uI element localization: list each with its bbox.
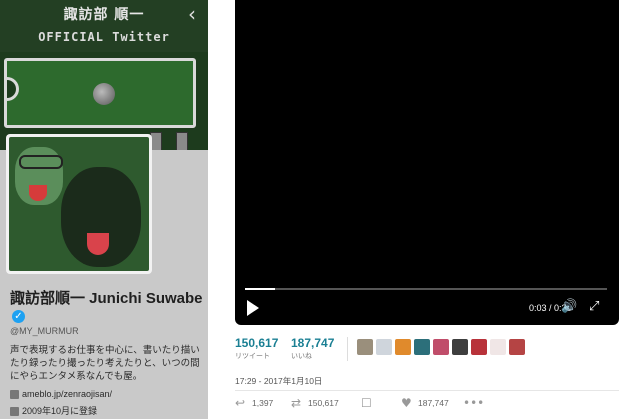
profile-name-text: 諏訪部順一 Junichi Suwabe <box>10 290 203 307</box>
liker-avatar-9[interactable] <box>509 339 525 355</box>
avatar[interactable] <box>6 134 152 274</box>
website-text: ameblo.jp/zenraojisan/ <box>22 389 113 399</box>
profile-header-image: 諏訪部 順一 OFFICIAL Twitter ‹ <box>0 0 208 150</box>
profile-display-name[interactable]: 諏訪部順一 Junichi Suwabe ✓ <box>10 290 206 324</box>
profile-bio: 声で表現するお仕事を中心に、書いたり描いたり録ったり撮ったり考えたりと、いつの間… <box>10 345 200 382</box>
link-icon <box>10 390 19 400</box>
liker-avatar-2[interactable] <box>376 339 392 355</box>
verified-badge-icon: ✓ <box>12 309 25 323</box>
like-count: 187,747 <box>291 336 335 350</box>
reply-count: 1,397 <box>252 398 274 408</box>
volume-icon[interactable]: 🔊 <box>561 299 577 315</box>
liker-avatar-7[interactable] <box>471 339 487 355</box>
like-button[interactable]: ♥ 187,747 <box>401 396 449 410</box>
liker-avatar-3[interactable] <box>395 339 411 355</box>
header-title: 諏訪部 順一 <box>63 7 145 23</box>
retweet-button[interactable]: ⇄ 150,617 <box>291 396 339 410</box>
liker-avatar-1[interactable] <box>357 339 373 355</box>
stats-divider <box>347 337 348 361</box>
like-stat[interactable]: 187,747 いいね <box>291 336 334 361</box>
liker-avatar-5[interactable] <box>433 339 449 355</box>
like-action-count: 187,747 <box>418 398 449 408</box>
liker-avatar-8[interactable] <box>490 339 506 355</box>
like-label: いいね <box>291 353 312 360</box>
heart-icon: ♥ <box>401 396 412 410</box>
tweet-actions: ↩ 1,397 ⇄ 150,617 ☐ ♥ 187,747 ••• <box>235 396 619 412</box>
fullscreen-icon[interactable]: ⤢ <box>589 299 605 315</box>
ticket-graphic <box>4 58 196 128</box>
retweet-icon: ⇄ <box>291 396 302 410</box>
reply-icon: ↩ <box>235 396 246 410</box>
retweet-action-count: 150,617 <box>308 398 339 408</box>
divider <box>235 390 619 391</box>
chevron-left-icon[interactable]: ‹ <box>188 2 196 26</box>
profile-joined: 2009年10月に登録 <box>10 404 97 417</box>
tweet-detail: 0:03 / 0:36 🔊 ⤢ 150,617 リツイート 187,747 いい… <box>208 0 640 419</box>
liker-avatar-6[interactable] <box>452 339 468 355</box>
more-button[interactable]: ••• <box>463 396 485 410</box>
video-progress-bar[interactable] <box>245 288 607 290</box>
play-icon[interactable] <box>245 299 261 317</box>
save-button[interactable]: ☐ <box>361 396 375 410</box>
joined-text: 2009年10月に登録 <box>22 406 98 416</box>
bookmark-icon: ☐ <box>361 396 372 410</box>
retweet-stat[interactable]: 150,617 リツイート <box>235 336 278 361</box>
profile-website[interactable]: ameblo.jp/zenraojisan/ <box>10 389 113 400</box>
retweet-count: 150,617 <box>235 336 279 350</box>
reply-button[interactable]: ↩ 1,397 <box>235 396 273 410</box>
video-player[interactable]: 0:03 / 0:36 🔊 ⤢ <box>235 0 619 325</box>
calendar-icon <box>10 407 19 417</box>
header-subtitle: OFFICIAL Twitter <box>38 30 170 44</box>
retweet-label: リツイート <box>235 353 270 360</box>
tweet-timestamp[interactable]: 17:29 - 2017年1月10日 <box>235 375 322 387</box>
profile-handle[interactable]: @MY_MURMUR <box>10 326 79 336</box>
more-icon: ••• <box>463 396 485 410</box>
liker-avatar-4[interactable] <box>414 339 430 355</box>
video-progress-fill <box>245 288 276 290</box>
profile-panel: 諏訪部 順一 OFFICIAL Twitter ‹ 諏訪部順一 Junichi … <box>0 0 208 419</box>
